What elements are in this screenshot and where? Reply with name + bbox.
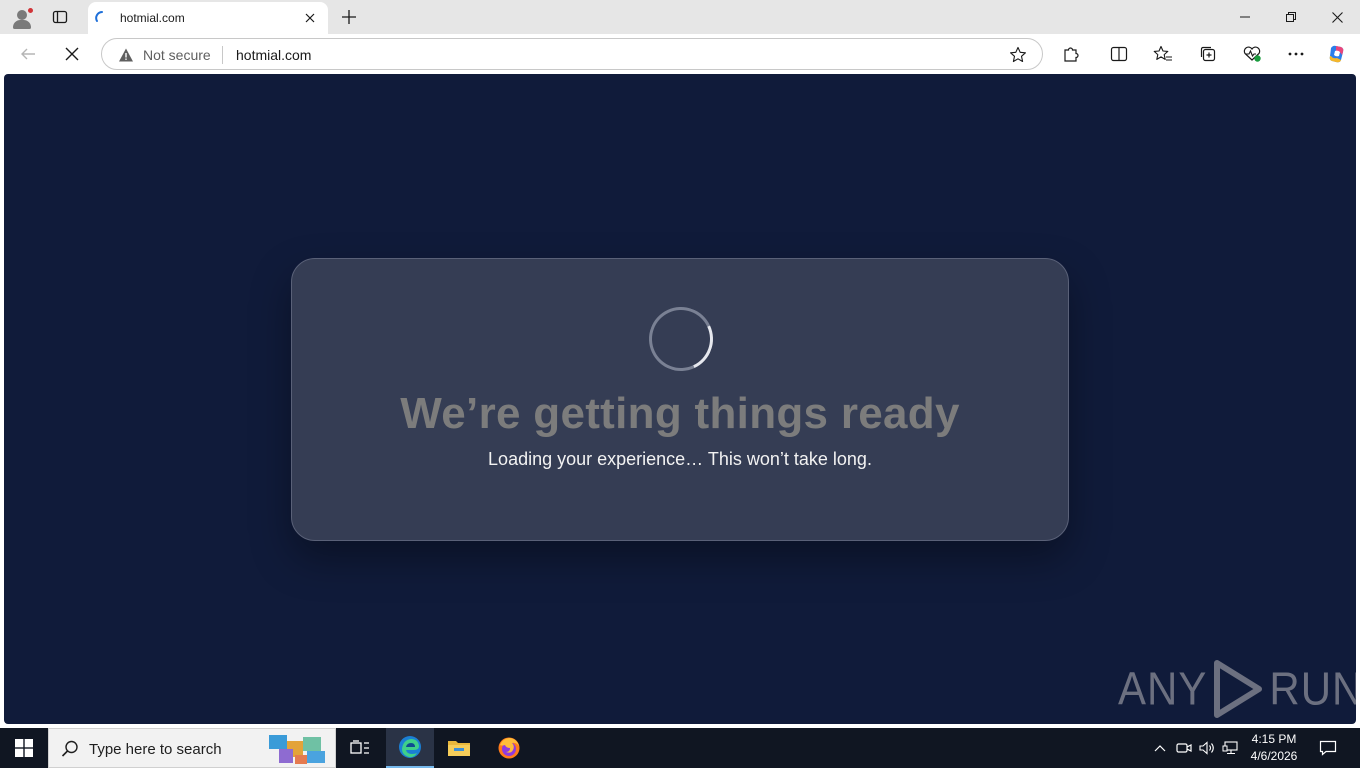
warning-icon[interactable]: [118, 47, 134, 63]
notification-icon[interactable]: [1310, 728, 1346, 768]
tab-title: hotmial.com: [120, 11, 185, 25]
close-window-button[interactable]: [1314, 0, 1360, 34]
address-divider: [222, 46, 223, 64]
network-icon[interactable]: [1222, 740, 1238, 756]
restore-button[interactable]: [1268, 0, 1314, 34]
play-logo-icon: [1214, 660, 1263, 718]
system-clock[interactable]: 4:15 PM 4/6/2026: [1246, 731, 1302, 765]
watermark-text-right: RUN: [1269, 662, 1356, 715]
puzzle-icon[interactable]: [1059, 42, 1083, 66]
task-view-icon[interactable]: [336, 728, 384, 768]
star-icon[interactable]: [1008, 45, 1028, 65]
windows-start-icon[interactable]: [0, 728, 48, 768]
favorites-icon[interactable]: [1151, 42, 1175, 66]
back-button[interactable]: [13, 40, 43, 68]
loading-subtext: Loading your experience… This won’t take…: [488, 449, 872, 469]
edge-taskbar-icon[interactable]: [386, 728, 434, 768]
meet-now-icon[interactable]: [1176, 740, 1192, 756]
search-icon: [61, 740, 79, 758]
loading-card: We’re getting things ready Loading your …: [291, 258, 1069, 541]
firefox-icon[interactable]: [485, 728, 533, 768]
profile-icon[interactable]: [8, 4, 36, 30]
address-bar[interactable]: Not secure hotmial.com: [101, 38, 1043, 70]
taskbar-search[interactable]: Type here to search: [48, 728, 336, 768]
browser-toolbar: Not secure hotmial.com: [0, 34, 1360, 74]
search-placeholder: Type here to search: [89, 741, 222, 758]
file-explorer-icon[interactable]: [435, 728, 483, 768]
heart-pulse-icon[interactable]: [1240, 42, 1264, 66]
page-viewport: We’re getting things ready Loading your …: [4, 74, 1356, 724]
chevron-up-icon[interactable]: [1152, 740, 1168, 756]
minimize-button[interactable]: [1222, 0, 1268, 34]
ellipsis-icon[interactable]: [1284, 42, 1308, 66]
loading-favicon: [94, 10, 110, 26]
clock-date: 4/6/2026: [1250, 749, 1298, 763]
anyrun-watermark: ANY RUN: [1118, 658, 1356, 720]
split-screen-icon[interactable]: [1107, 42, 1131, 66]
tab-actions-icon[interactable]: [46, 5, 74, 29]
browser-tab[interactable]: hotmial.com: [88, 2, 328, 34]
tab-strip: hotmial.com: [0, 0, 1360, 34]
tab-close-icon[interactable]: [302, 10, 318, 26]
new-tab-button[interactable]: [336, 5, 362, 29]
url-text[interactable]: hotmial.com: [236, 47, 311, 63]
loading-heading: We’re getting things ready: [400, 389, 960, 438]
volume-icon[interactable]: [1199, 740, 1215, 756]
watermark-text-left: ANY: [1118, 662, 1208, 715]
clock-time: 4:15 PM: [1251, 732, 1297, 746]
security-label[interactable]: Not secure: [143, 47, 211, 63]
stop-loading-button[interactable]: [57, 40, 87, 68]
collections-icon[interactable]: [1196, 42, 1220, 66]
loading-spinner: [639, 297, 723, 381]
search-highlight-icon: [267, 733, 329, 765]
taskbar: Type here to search 4:15 PM 4/6/2026: [0, 728, 1360, 768]
copilot-icon[interactable]: [1326, 42, 1350, 66]
